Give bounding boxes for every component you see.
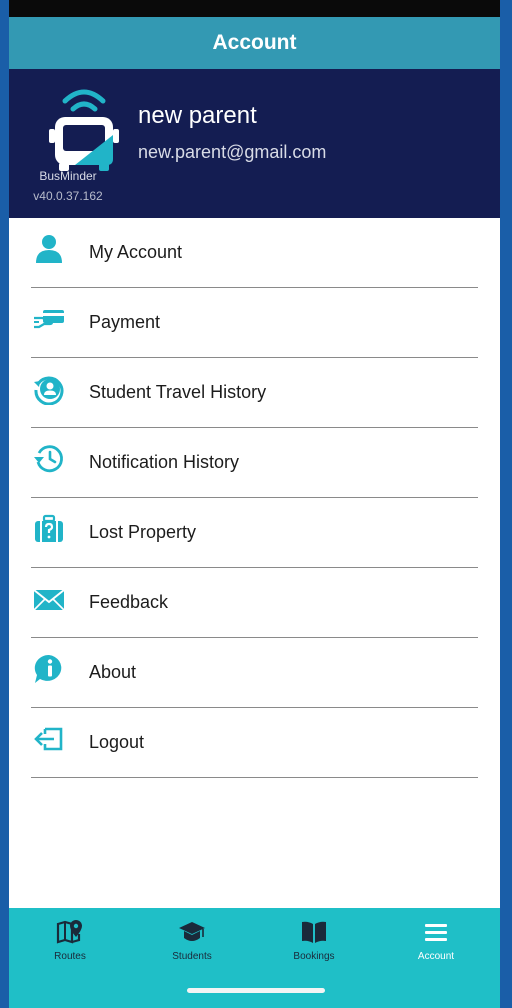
menu-item-label: Feedback — [89, 592, 169, 612]
menu-item-student-travel-history[interactable]: Student Travel History — [9, 358, 500, 428]
tab-students[interactable]: Students — [131, 908, 253, 978]
home-indicator — [187, 988, 325, 993]
menu-item-label: About — [89, 662, 137, 682]
menu-item-feedback[interactable]: Feedback — [9, 568, 500, 638]
menu-item-label: Payment — [89, 312, 161, 332]
envelope-icon — [33, 589, 65, 611]
tab-label: Bookings — [293, 951, 335, 962]
user-email: new.parent@gmail.com — [138, 142, 327, 162]
page-title: Account — [212, 31, 297, 54]
bottom-tab-bar: Routes Students Bookings Account — [9, 908, 500, 1008]
menu-item-label: Student Travel History — [89, 382, 267, 402]
info-icon — [34, 654, 62, 683]
tab-label: Students — [172, 951, 212, 962]
student-history-icon — [34, 376, 64, 405]
tab-bookings[interactable]: Bookings — [253, 908, 375, 978]
menu-item-my-account[interactable]: My Account — [9, 218, 500, 288]
menu-item-lost-property[interactable]: Lost Property — [9, 498, 500, 568]
menu-item-logout[interactable]: Logout — [9, 708, 500, 778]
title-bar: Account — [9, 17, 500, 69]
graduation-cap-icon — [179, 922, 205, 941]
menu-item-label: Notification History — [89, 452, 240, 472]
logout-icon — [34, 727, 63, 751]
menu-item-label: Logout — [89, 732, 145, 752]
lost-luggage-icon — [35, 514, 63, 542]
status-bar — [9, 0, 500, 17]
phone-screen: Account BusMinder v40.0.37.162 new paren… — [9, 0, 500, 1008]
map-pin-icon — [56, 920, 82, 944]
tab-label: Routes — [54, 951, 86, 962]
brand-name: BusMinder — [39, 169, 97, 183]
tab-account[interactable]: Account — [375, 908, 497, 978]
profile-header: BusMinder v40.0.37.162 new parent new.pa… — [9, 69, 500, 218]
tab-routes[interactable]: Routes — [9, 908, 131, 978]
app-version: v40.0.37.162 — [33, 189, 103, 203]
menu-item-label: Lost Property — [89, 522, 197, 542]
tab-label: Account — [417, 951, 455, 962]
user-name: new parent — [138, 102, 257, 129]
person-icon — [36, 235, 62, 263]
history-clock-icon — [34, 445, 63, 473]
open-book-icon — [302, 921, 326, 943]
busminder-logo-icon — [49, 89, 119, 171]
payment-card-icon — [34, 310, 64, 329]
menu-item-about[interactable]: About — [9, 638, 500, 708]
menu-item-notification-history[interactable]: Notification History — [9, 428, 500, 498]
menu-icon — [425, 924, 447, 941]
menu-item-label: My Account — [89, 242, 183, 262]
menu-item-payment[interactable]: Payment — [9, 288, 500, 358]
account-menu: My Account Payment Student Travel Histor… — [9, 218, 500, 778]
